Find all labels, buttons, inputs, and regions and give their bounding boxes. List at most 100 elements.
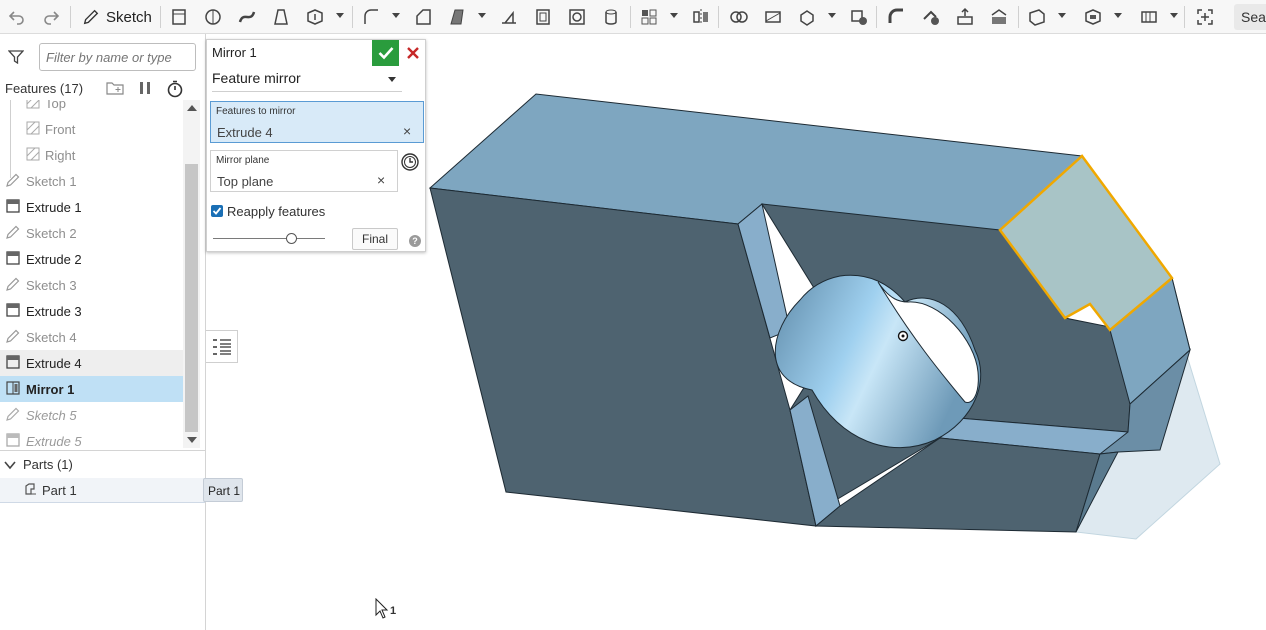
sketch-pencil-icon [6, 173, 20, 187]
part-list-item[interactable]: Part 1 [0, 478, 205, 503]
pause-icon[interactable] [138, 80, 152, 96]
tree-item-extrude-4[interactable]: Extrude 4 [0, 350, 183, 376]
delete-face-icon[interactable] [918, 4, 944, 30]
extrude-icon [6, 433, 20, 447]
redo-icon[interactable] [38, 4, 64, 30]
chevron-down-icon [388, 77, 396, 82]
features-header: Features (17) [0, 78, 205, 100]
help-icon[interactable]: ? [409, 235, 421, 247]
rib-icon[interactable] [496, 4, 522, 30]
pattern-icon[interactable] [636, 4, 662, 30]
sketch-pencil-icon [6, 277, 20, 291]
mirror-plane-field[interactable]: Mirror plane Top plane × [210, 150, 398, 192]
extrude-icon[interactable] [166, 4, 192, 30]
tree-item-sketch-3[interactable]: Sketch 3 [0, 272, 183, 298]
split-icon[interactable] [760, 4, 786, 30]
filter-row [0, 34, 205, 78]
wrap-icon[interactable] [598, 4, 624, 30]
mirror-type-select[interactable]: Feature mirror [212, 70, 402, 92]
shell-icon[interactable] [530, 4, 556, 30]
reapply-features-checkbox[interactable] [211, 205, 223, 217]
mate-connector-icon[interactable] [1080, 4, 1106, 30]
filter-input[interactable] [39, 43, 196, 71]
loft-icon[interactable] [268, 4, 294, 30]
tree-item-extrude-1[interactable]: Extrude 1 [0, 194, 183, 220]
extrude-icon [6, 199, 20, 213]
plane-icon [26, 100, 40, 109]
accept-button[interactable] [372, 40, 399, 66]
feature-list-toggle[interactable] [206, 330, 238, 363]
revolve-icon[interactable] [200, 4, 226, 30]
checkmark-icon [212, 207, 222, 215]
modify-fillet-icon[interactable] [884, 4, 910, 30]
rollback-slider-track[interactable] [213, 238, 325, 239]
sketch-label: Sketch [106, 8, 152, 26]
mirror-plane-value: Top plane [217, 174, 274, 189]
mirror-plane-label: Mirror plane [216, 155, 270, 166]
sketch-pencil-icon [6, 329, 20, 343]
sketch-button[interactable]: Sketch [78, 4, 154, 30]
tree-item-right-plane[interactable]: Right [0, 142, 183, 168]
add-feature-icon[interactable] [1192, 4, 1218, 30]
final-button[interactable]: Final [352, 228, 398, 250]
dialog-title: Mirror 1 [212, 45, 257, 60]
transform-icon[interactable] [794, 4, 820, 30]
draft-icon[interactable] [444, 4, 470, 30]
extrude-icon [6, 251, 20, 265]
scroll-down-icon[interactable] [187, 437, 197, 443]
move-face-icon[interactable] [952, 4, 978, 30]
selection-count: 1 [390, 605, 397, 617]
search-tools-button[interactable]: Sea [1234, 4, 1266, 30]
filter-icon[interactable] [8, 50, 24, 64]
mirror-type-value: Feature mirror [212, 70, 301, 86]
mirror-feature-dialog: Mirror 1 Feature mirror Features to mirr… [206, 39, 426, 252]
feature-tree: Top Front Right Sketch 1 Extrude 1 Sketc… [0, 100, 183, 448]
list-icon [212, 338, 231, 355]
delete-part-icon[interactable] [846, 4, 872, 30]
main-toolbar: Sketch Sea [0, 0, 1266, 34]
tree-item-mirror-1[interactable]: Mirror 1 [0, 376, 183, 402]
part-tooltip: Part 1 [203, 478, 243, 502]
mirror-icon[interactable] [688, 4, 714, 30]
chamfer-icon[interactable] [410, 4, 436, 30]
add-folder-icon[interactable] [106, 80, 124, 96]
sheet-metal-icon[interactable] [1136, 4, 1162, 30]
clear-plane-icon[interactable]: × [377, 172, 385, 188]
tree-item-extrude-3[interactable]: Extrude 3 [0, 298, 183, 324]
stopwatch-icon[interactable] [166, 80, 184, 98]
boolean-icon[interactable] [726, 4, 752, 30]
tree-item-sketch-5[interactable]: Sketch 5 [0, 402, 183, 428]
sketch-pencil-icon [6, 407, 20, 421]
tree-item-extrude-2[interactable]: Extrude 2 [0, 246, 183, 272]
features-to-mirror-label: Features to mirror [216, 106, 296, 117]
hole-icon[interactable] [564, 4, 590, 30]
tree-item-extrude-5[interactable]: Extrude 5 [0, 428, 183, 448]
tree-item-front-plane[interactable]: Front [0, 116, 183, 142]
extrude-icon [6, 355, 20, 369]
plane-icon [26, 121, 40, 135]
tree-item-sketch-2[interactable]: Sketch 2 [0, 220, 183, 246]
thicken-icon[interactable] [302, 4, 328, 30]
tree-item-sketch-4[interactable]: Sketch 4 [0, 324, 183, 350]
replace-face-icon[interactable] [986, 4, 1012, 30]
clear-features-icon[interactable]: × [403, 123, 411, 139]
chevron-down-icon[interactable] [4, 460, 16, 470]
scroll-thumb[interactable] [185, 164, 198, 432]
parts-header[interactable]: Parts (1) [0, 454, 205, 476]
tree-item-top-plane[interactable]: Top [0, 100, 183, 116]
history-clock-icon[interactable] [400, 152, 420, 172]
features-to-mirror-field[interactable]: Features to mirror Extrude 4 × [210, 101, 424, 143]
fillet-icon[interactable] [358, 4, 384, 30]
scroll-up-icon[interactable] [187, 105, 197, 111]
extrude-icon [6, 303, 20, 317]
sweep-icon[interactable] [234, 4, 260, 30]
undo-icon[interactable] [4, 4, 30, 30]
check-icon [378, 47, 393, 60]
plane-icon[interactable] [1024, 4, 1050, 30]
cancel-button[interactable] [401, 40, 425, 66]
rollback-slider-thumb[interactable] [285, 233, 297, 244]
feature-list-panel: Features (17) Top Front Right Sketch 1 E… [0, 34, 206, 630]
feature-tree-scrollbar[interactable] [183, 100, 200, 448]
tree-item-sketch-1[interactable]: Sketch 1 [0, 168, 183, 194]
mirror-icon [6, 381, 20, 395]
